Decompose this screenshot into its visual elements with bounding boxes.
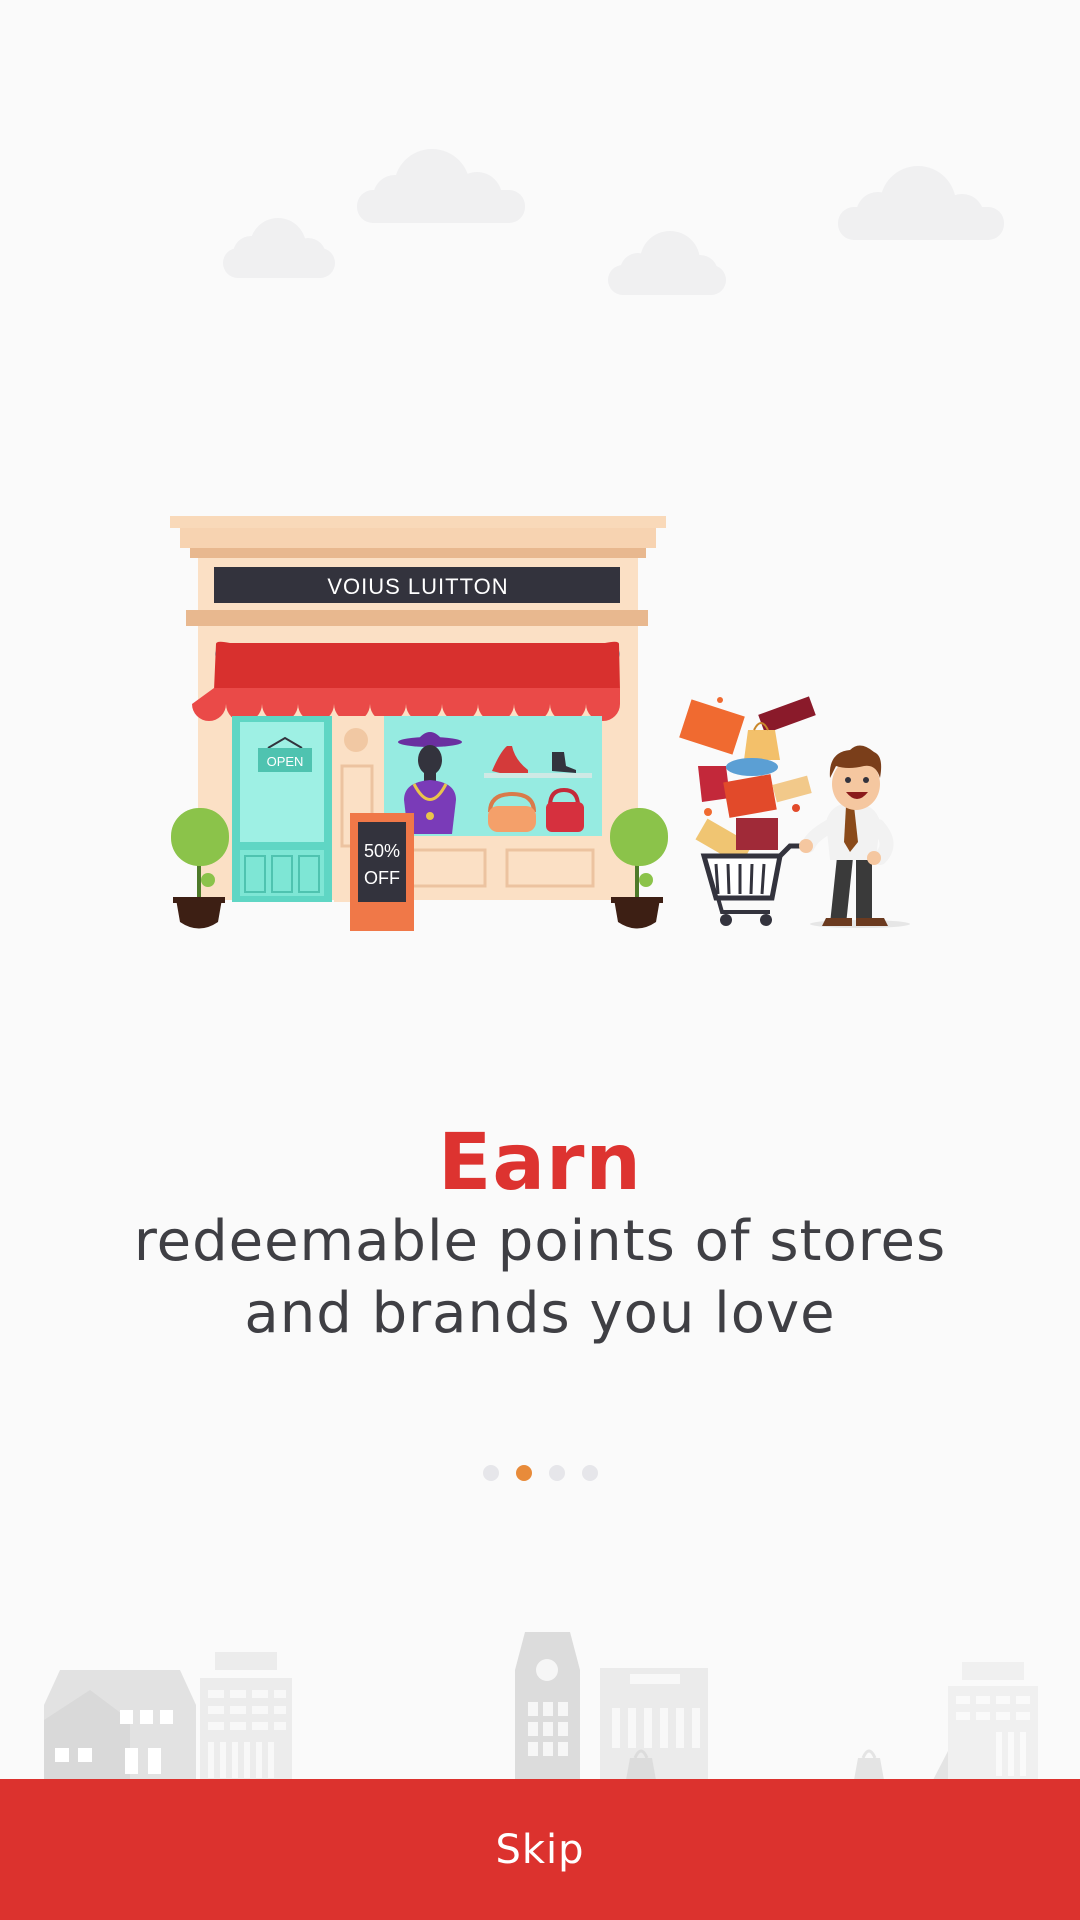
page-dot[interactable] <box>515 1465 532 1481</box>
onboarding-subline-1: redeemable points of stores <box>133 1209 947 1274</box>
page-dot[interactable] <box>482 1465 499 1481</box>
open-sign-text: OPEN <box>267 754 304 769</box>
cloud-icon <box>608 231 726 295</box>
sale-board-line1: 50% <box>364 841 400 861</box>
onboarding-headline: Earn <box>438 1118 642 1208</box>
cloud-icon <box>838 166 1004 240</box>
page-dot[interactable] <box>548 1465 565 1481</box>
page-dot[interactable] <box>581 1465 598 1481</box>
sale-board-line2: OFF <box>364 868 400 888</box>
cloud-icon <box>357 149 525 223</box>
onboarding-subline-2: and brands you love <box>244 1281 836 1346</box>
storefront-illustration: VOIUS LUITTON OPEN 50% OFF <box>170 516 910 931</box>
city-skyline-illustration <box>44 1632 1038 1780</box>
cloud-icon <box>223 218 335 278</box>
page-indicator <box>0 1465 1080 1481</box>
skip-button-label: Skip <box>495 1826 585 1873</box>
skip-button[interactable]: Skip <box>0 1779 1080 1920</box>
store-sign-text: VOIUS LUITTON <box>327 574 508 599</box>
